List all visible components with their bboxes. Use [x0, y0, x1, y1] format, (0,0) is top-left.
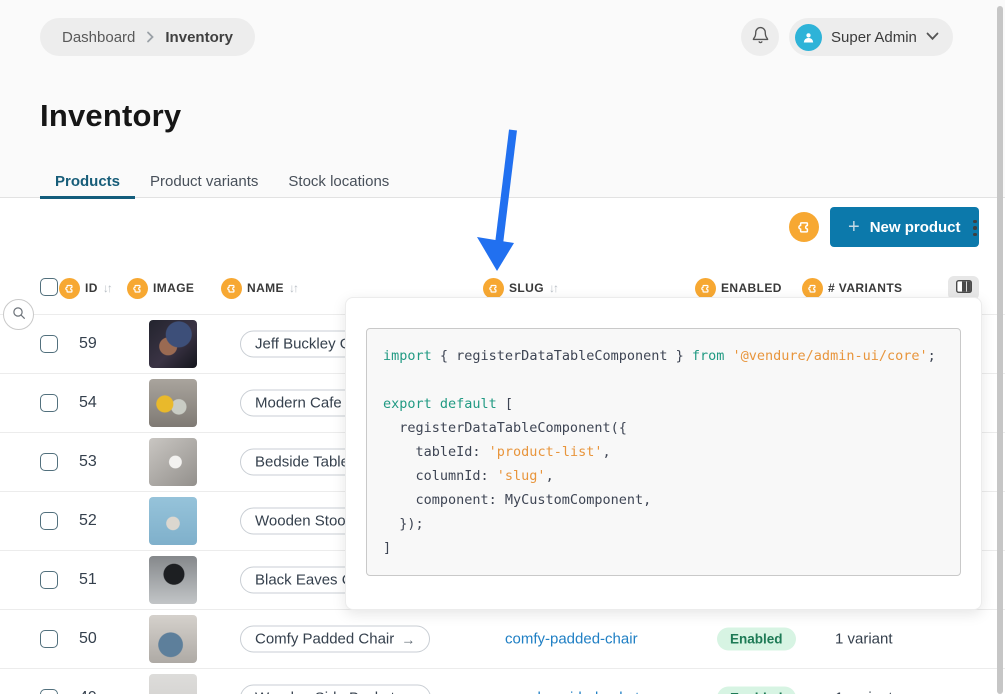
more-actions-button[interactable]	[968, 214, 982, 242]
product-image	[149, 379, 197, 427]
ui-extension-badge-icon	[59, 278, 80, 299]
row-checkbox[interactable]	[40, 512, 58, 530]
chevron-right-icon	[145, 31, 155, 43]
breadcrumb-dashboard[interactable]: Dashboard	[62, 29, 135, 46]
sort-icon[interactable]: ↓↑	[289, 281, 297, 295]
row-checkbox[interactable]	[40, 571, 58, 589]
ui-extension-badge-icon	[483, 278, 504, 299]
arrow-right-icon: →	[402, 690, 416, 694]
breadcrumb: Dashboard Inventory	[40, 18, 255, 56]
column-header-id[interactable]: ID ↓↑	[59, 274, 111, 302]
product-slug-link[interactable]: comfy-padded-chair	[505, 631, 638, 648]
sort-icon[interactable]: ↓↑	[103, 281, 111, 295]
product-image	[149, 674, 197, 694]
plus-icon: +	[848, 217, 860, 237]
arrow-right-icon: →	[401, 631, 415, 647]
select-all-checkbox[interactable]	[40, 278, 58, 296]
ui-extension-badge-icon	[789, 212, 819, 242]
search-icon	[11, 305, 27, 324]
page-title: Inventory	[40, 98, 181, 134]
search-button[interactable]	[3, 299, 34, 330]
product-image	[149, 556, 197, 604]
tab-products[interactable]: Products	[40, 164, 135, 198]
columns-icon	[956, 280, 972, 296]
scrollbar[interactable]	[997, 6, 1003, 694]
row-checkbox[interactable]	[40, 335, 58, 353]
product-name-link[interactable]: Comfy Padded Chair→	[240, 626, 430, 653]
breadcrumb-inventory[interactable]: Inventory	[165, 29, 233, 46]
ui-extension-badge-icon	[221, 278, 242, 299]
product-id: 59	[79, 335, 97, 353]
tab-product-variants[interactable]: Product variants	[135, 164, 273, 198]
sort-icon[interactable]: ↓↑	[549, 281, 557, 295]
new-product-button[interactable]: + New product	[830, 207, 979, 247]
row-checkbox[interactable]	[40, 394, 58, 412]
product-image	[149, 497, 197, 545]
row-checkbox[interactable]	[40, 689, 58, 694]
enabled-badge: Enabled	[717, 628, 796, 651]
product-image	[149, 438, 197, 486]
tab-bar: Products Product variants Stock location…	[40, 164, 404, 198]
row-checkbox[interactable]	[40, 453, 58, 471]
enabled-badge: Enabled	[717, 687, 796, 694]
table-row: 49 Wooden Side Basket→ wooden-side-basket E…	[0, 669, 1005, 694]
product-name-link[interactable]: Wooden Side Basket→	[240, 685, 431, 694]
product-id: 49	[79, 689, 97, 694]
variant-count: 1 variant	[835, 631, 893, 648]
table-row: 50 Comfy Padded Chair→ comfy-padded-chair E…	[0, 610, 1005, 669]
user-menu[interactable]: Super Admin	[789, 18, 953, 56]
code-popup: import { registerDataTableComponent } fr…	[345, 297, 982, 610]
product-id: 51	[79, 571, 97, 589]
column-header-image: IMAGE	[127, 274, 194, 302]
product-slug-link[interactable]: wooden-side-basket	[505, 690, 639, 694]
variant-count: 1 variant	[835, 690, 893, 694]
product-id: 54	[79, 394, 97, 412]
bell-icon	[751, 26, 770, 48]
ui-extension-badge-icon	[695, 278, 716, 299]
code-snippet: import { registerDataTableComponent } fr…	[366, 328, 961, 576]
column-header-name[interactable]: NAME ↓↑	[221, 274, 297, 302]
avatar	[795, 24, 822, 51]
product-id: 50	[79, 630, 97, 648]
product-image	[149, 615, 197, 663]
tab-stock-locations[interactable]: Stock locations	[273, 164, 404, 198]
chevron-down-icon	[926, 28, 939, 46]
product-id: 53	[79, 453, 97, 471]
ui-extension-badge-icon	[127, 278, 148, 299]
user-name: Super Admin	[831, 29, 917, 46]
product-id: 52	[79, 512, 97, 530]
ui-extension-badge-icon	[802, 278, 823, 299]
notifications-button[interactable]	[741, 18, 779, 56]
new-product-label: New product	[870, 219, 961, 236]
product-image	[149, 320, 197, 368]
row-checkbox[interactable]	[40, 630, 58, 648]
